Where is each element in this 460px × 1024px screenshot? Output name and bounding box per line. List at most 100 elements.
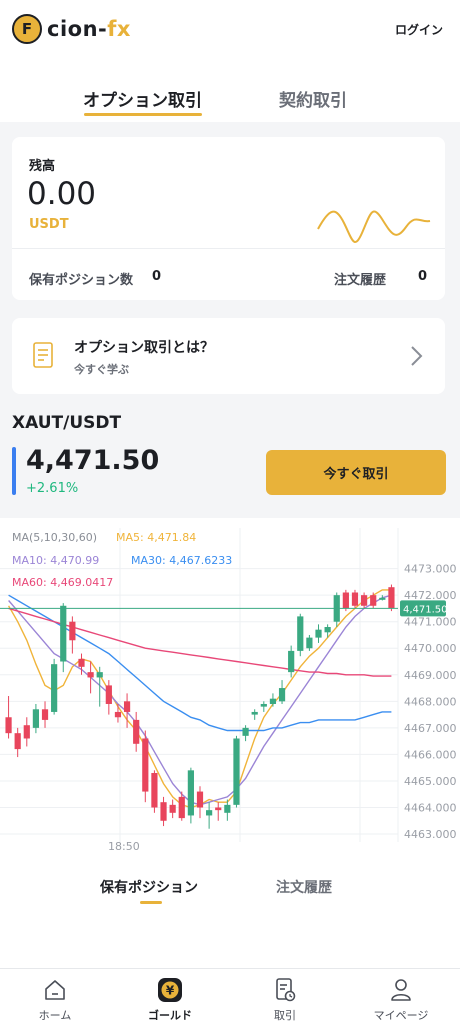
candlestick-chart[interactable]: 4473.000 4472.000 4471.000 4470.000 4469.000… (0, 518, 460, 858)
nav-home-label: ホーム (38, 1009, 72, 1022)
candle-body (160, 802, 167, 821)
y-tick-label: 4473.000 (404, 563, 457, 576)
candle-body (78, 658, 85, 667)
price-accent-bar (12, 447, 16, 495)
divider (12, 248, 445, 249)
brand-name: cion-fx (47, 17, 131, 41)
candle-body (41, 709, 49, 720)
tab-options-trading[interactable]: オプション取引 (83, 86, 202, 111)
candle-body (169, 804, 176, 813)
positions-count: 0 (152, 269, 162, 284)
positions-section: 保有ポジション 注文履歴 (0, 858, 460, 968)
y-tick-label: 4466.000 (404, 748, 457, 761)
candle-body (23, 725, 30, 739)
candle-body (215, 807, 222, 811)
nav-mypage-label: マイページ (373, 1009, 429, 1022)
nav-trade[interactable]: 取引 (239, 977, 331, 1023)
y-tick-label: 4464.000 (404, 801, 457, 814)
candle-body (133, 719, 140, 744)
candle-body (315, 629, 322, 638)
y-tick-label: 4471.000 (404, 616, 457, 629)
candle-body (69, 621, 76, 641)
candle-body (87, 672, 94, 678)
balance-card: 残高 0.00 USDT 保有ポジション数 0 注文履歴 0 (12, 137, 445, 300)
candle-body (187, 770, 194, 816)
pair-symbol: XAUT/USDT (12, 413, 122, 433)
candle-body (105, 685, 112, 704)
candle-body (269, 698, 277, 704)
brand-name-accent: fx (107, 17, 131, 41)
candle-body (206, 810, 213, 816)
candle-body (251, 711, 258, 715)
candle-body (278, 688, 286, 702)
y-tick-label: 4467.000 (404, 722, 457, 735)
order-history-count: 0 (418, 269, 428, 284)
positions-count-label: 保有ポジション数 (29, 273, 134, 288)
candle-body (324, 627, 331, 633)
lower-tab-indicator (140, 901, 162, 904)
y-tick-label: 4463.000 (404, 828, 457, 841)
trade-now-button[interactable]: 今すぐ取引 (266, 450, 446, 495)
nav-mypage[interactable]: マイページ (355, 977, 447, 1023)
trade-type-tabs: オプション取引 契約取引 (0, 62, 460, 122)
login-link[interactable]: ログイン (395, 21, 443, 38)
y-tick-label: 4469.000 (404, 669, 457, 682)
ma-periods-label: MA(5,10,30,60) (12, 531, 98, 544)
candle-body (342, 592, 349, 609)
tab-positions[interactable]: 保有ポジション (100, 877, 198, 897)
home-icon (45, 980, 65, 1000)
y-tick-label: 4468.000 (404, 695, 457, 708)
candle-body (260, 703, 267, 707)
candle-body (288, 650, 295, 673)
candle-body (60, 605, 67, 662)
y-tick-label: 4465.000 (404, 775, 457, 788)
balance-unit: USDT (29, 217, 69, 232)
document-icon (33, 342, 53, 368)
order-history-label[interactable]: 注文履歴 (334, 269, 386, 288)
svg-text:¥: ¥ (166, 984, 175, 998)
logo-mark-icon: F (12, 14, 42, 44)
candle-body (51, 664, 58, 712)
ma60-legend: MA60: 4,469.0417 (12, 576, 114, 589)
bottom-nav: ホーム ¥ ゴールド 取引 マイページ (0, 968, 460, 1024)
ma5-legend: MA5: 4,471.84 (116, 531, 197, 544)
learn-card-subtitle: 今すぐ学ぶ (74, 363, 129, 376)
candle-body (297, 616, 304, 651)
brand-logo[interactable]: F cion-fx (12, 14, 131, 44)
candle-body (114, 711, 122, 718)
yen-coin-icon: ¥ (158, 978, 182, 1002)
tab-contract-trading[interactable]: 契約取引 (279, 86, 347, 111)
candle-body (242, 727, 249, 736)
y-tick-label: 4472.000 (404, 589, 457, 602)
candle-body (196, 791, 204, 808)
candle-body (32, 709, 40, 728)
tab-order-history[interactable]: 注文履歴 (276, 877, 332, 897)
candle-body (178, 796, 185, 819)
balance-sparkline-icon (317, 210, 431, 243)
nav-trade-label: 取引 (274, 1009, 296, 1022)
current-price-tag-label: 4,471.50 (403, 604, 448, 615)
top-bar: F cion-fx ログイン (0, 0, 460, 62)
order-doc-icon (276, 978, 296, 1002)
candle-body (96, 672, 103, 678)
ma30-legend: MA30: 4,467.6233 (131, 554, 233, 567)
candle-body (388, 587, 395, 609)
balance-label: 残高 (29, 159, 56, 174)
candle-body (351, 592, 359, 606)
chart-canvas: 4473.000 4472.000 4471.000 4470.000 4469.000… (0, 528, 457, 853)
candle-body (224, 804, 231, 813)
candle-body (142, 738, 149, 792)
candle-body (151, 772, 158, 808)
balance-value: 0.00 (27, 176, 97, 212)
candle-body (5, 717, 12, 734)
nav-home[interactable]: ホーム (9, 977, 101, 1023)
learn-options-card[interactable]: オプション取引とは？ 今すぐ学ぶ (12, 318, 445, 394)
chevron-right-icon (411, 346, 423, 366)
nav-gold-label: ゴールド (148, 1009, 192, 1022)
candle-body (370, 595, 377, 606)
nav-gold[interactable]: ¥ ゴールド (124, 977, 216, 1023)
candle-body (233, 738, 240, 805)
candle-body (306, 637, 313, 649)
user-icon (391, 979, 411, 1001)
price-change: +2.61% (26, 481, 79, 496)
